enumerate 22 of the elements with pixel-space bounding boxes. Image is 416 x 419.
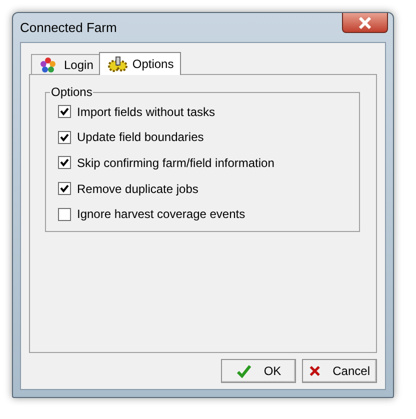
checkbox[interactable] [58,182,71,196]
check-icon [236,364,252,378]
tab[interactable]: Options [99,52,181,75]
checkbox-option[interactable]: Update field boundaries [58,124,359,150]
cross-icon [309,364,321,378]
gears-icon [108,56,128,72]
tab[interactable]: Login [31,54,100,74]
checkbox-option[interactable]: Import fields without tasks [58,99,359,125]
flower-icon [40,56,56,72]
ok-button[interactable]: OK [221,359,296,383]
cancel-button[interactable]: Cancel [302,359,377,383]
checkbox[interactable] [58,208,71,221]
checkbox-option[interactable]: Skip confirming farm/field information [58,150,359,176]
close-button[interactable] [342,13,388,33]
checkbox-option[interactable]: Remove duplicate jobs [58,176,359,202]
group-title: Options [50,85,94,99]
checkbox[interactable] [58,130,71,144]
close-icon [358,16,372,28]
checkbox-option[interactable]: Ignore harvest coverage events [58,201,359,227]
checkbox[interactable] [58,156,71,170]
checkbox[interactable] [58,105,71,118]
window-title: Connected Farm [20,20,117,35]
